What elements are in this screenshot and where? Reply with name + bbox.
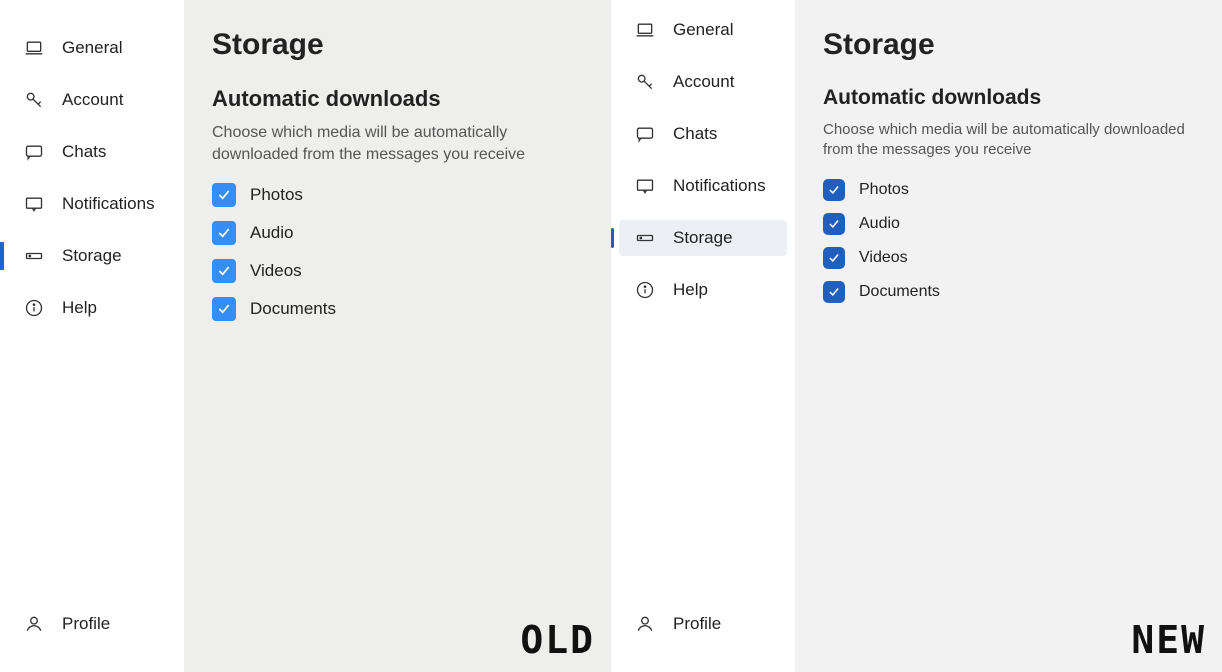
sidebar-old: General Account Chats Notifications Stor… xyxy=(0,0,184,672)
checkbox-box[interactable] xyxy=(823,213,845,235)
page-title: Storage xyxy=(823,28,1194,62)
storage-icon xyxy=(24,246,44,266)
checkbox-documents[interactable]: Documents xyxy=(823,281,1194,303)
sidebar-item-label: Account xyxy=(62,90,123,110)
checkbox-label: Documents xyxy=(250,299,336,319)
sidebar-item-label: Profile xyxy=(62,614,110,634)
checkbox-label: Photos xyxy=(250,185,303,205)
sidebar-item-notifications[interactable]: Notifications xyxy=(8,186,176,222)
notification-icon xyxy=(24,194,44,214)
sidebar-item-label: Notifications xyxy=(673,176,766,196)
sidebar-item-label: Chats xyxy=(62,142,106,162)
checkbox-box[interactable] xyxy=(212,183,236,207)
checkbox-videos[interactable]: Videos xyxy=(823,247,1194,269)
person-icon xyxy=(24,614,44,634)
sidebar-item-account[interactable]: Account xyxy=(8,82,176,118)
info-icon xyxy=(635,280,655,300)
sidebar-item-label: Profile xyxy=(673,614,721,634)
checkbox-box[interactable] xyxy=(212,259,236,283)
sidebar-item-account[interactable]: Account xyxy=(619,64,787,100)
checkbox-photos[interactable]: Photos xyxy=(823,179,1194,201)
tag-old: OLD xyxy=(520,618,595,662)
sidebar-item-general[interactable]: General xyxy=(619,12,787,48)
notification-icon xyxy=(635,176,655,196)
checkbox-box[interactable] xyxy=(212,297,236,321)
checkbox-photos[interactable]: Photos xyxy=(212,183,583,207)
info-icon xyxy=(24,298,44,318)
sidebar-item-label: Notifications xyxy=(62,194,155,214)
sidebar-item-label: General xyxy=(673,20,733,40)
sidebar-item-profile[interactable]: Profile xyxy=(619,606,787,642)
sidebar-item-storage[interactable]: Storage xyxy=(619,220,787,256)
sidebar-item-profile[interactable]: Profile xyxy=(8,606,176,642)
sidebar-new: General Account Chats Notifications Stor… xyxy=(611,0,795,672)
key-icon xyxy=(24,90,44,110)
sidebar-item-general[interactable]: General xyxy=(8,30,176,66)
sidebar-item-label: General xyxy=(62,38,122,58)
page-title: Storage xyxy=(212,28,583,62)
checkbox-audio[interactable]: Audio xyxy=(212,221,583,245)
chat-icon xyxy=(24,142,44,162)
section-description: Choose which media will be automatically… xyxy=(823,120,1193,161)
checkbox-box[interactable] xyxy=(823,281,845,303)
sidebar-item-notifications[interactable]: Notifications xyxy=(619,168,787,204)
checkbox-videos[interactable]: Videos xyxy=(212,259,583,283)
sidebar-item-label: Help xyxy=(673,280,708,300)
chat-icon xyxy=(635,124,655,144)
person-icon xyxy=(635,614,655,634)
sidebar-item-help[interactable]: Help xyxy=(8,290,176,326)
section-title: Automatic downloads xyxy=(823,86,1194,110)
sidebar-item-chats[interactable]: Chats xyxy=(619,116,787,152)
checkbox-label: Photos xyxy=(859,181,909,199)
checkbox-label: Videos xyxy=(859,249,908,267)
storage-icon xyxy=(635,228,655,248)
section-description: Choose which media will be automatically… xyxy=(212,122,582,165)
checkbox-documents[interactable]: Documents xyxy=(212,297,583,321)
laptop-icon xyxy=(635,20,655,40)
checkbox-box[interactable] xyxy=(823,179,845,201)
section-title: Automatic downloads xyxy=(212,86,583,112)
sidebar-item-label: Account xyxy=(673,72,734,92)
sidebar-item-label: Storage xyxy=(62,246,122,266)
sidebar-item-label: Chats xyxy=(673,124,717,144)
key-icon xyxy=(635,72,655,92)
checkbox-audio[interactable]: Audio xyxy=(823,213,1194,235)
checkbox-label: Documents xyxy=(859,283,940,301)
sidebar-item-storage[interactable]: Storage xyxy=(8,238,176,274)
content-panel-old: Storage Automatic downloads Choose which… xyxy=(184,0,611,672)
checkbox-label: Audio xyxy=(250,223,293,243)
sidebar-item-help[interactable]: Help xyxy=(619,272,787,308)
sidebar-item-label: Storage xyxy=(673,228,733,248)
checkbox-box[interactable] xyxy=(212,221,236,245)
content-panel-new: Storage Automatic downloads Choose which… xyxy=(795,0,1222,672)
checkbox-box[interactable] xyxy=(823,247,845,269)
sidebar-item-chats[interactable]: Chats xyxy=(8,134,176,170)
checkbox-label: Audio xyxy=(859,215,900,233)
laptop-icon xyxy=(24,38,44,58)
checkbox-label: Videos xyxy=(250,261,302,281)
sidebar-item-label: Help xyxy=(62,298,97,318)
tag-new: NEW xyxy=(1131,618,1206,662)
